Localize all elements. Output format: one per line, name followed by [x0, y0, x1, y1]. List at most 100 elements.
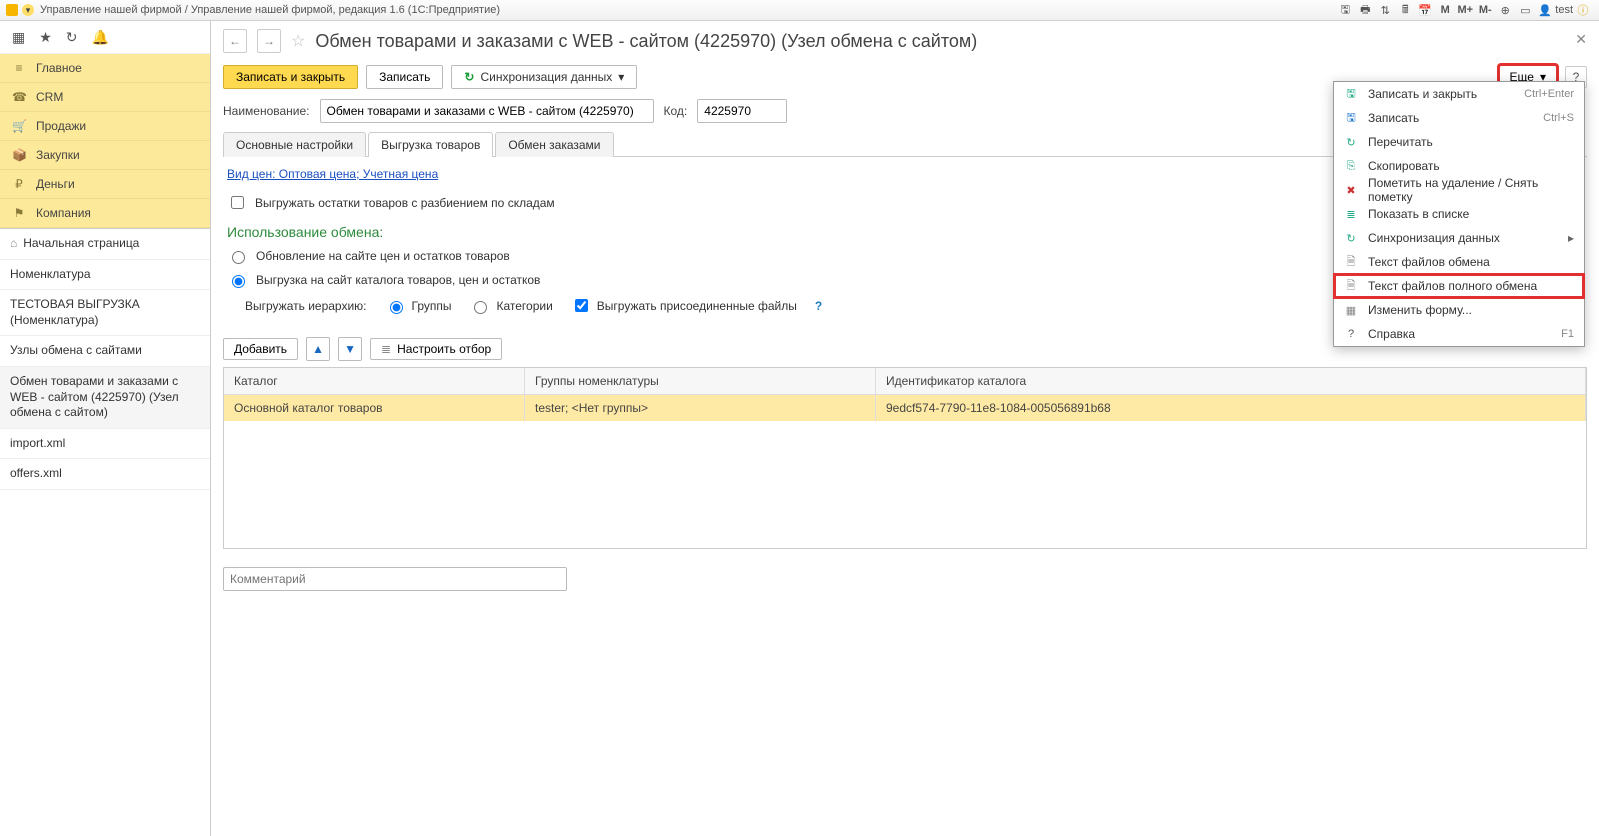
save-and-close-button[interactable]: Записать и закрыть: [223, 65, 358, 89]
history-icon[interactable]: ↻: [66, 29, 78, 46]
cell-id: 9edcf574-7790-11e8-1084-005056891b68: [876, 395, 1586, 421]
section-label: Компания: [36, 206, 91, 220]
warehouse-split-checkbox[interactable]: [231, 196, 244, 209]
m-minus-icon[interactable]: M-: [1477, 2, 1493, 18]
menu-item-label: Скопировать: [1368, 159, 1574, 173]
nav-back-button[interactable]: ←: [223, 29, 247, 53]
menu-item-icon: ↻: [1344, 232, 1358, 245]
sidebar-nav-item[interactable]: Обмен товарами и заказами с WEB - сайтом…: [0, 367, 210, 429]
compare-icon[interactable]: ⇅: [1377, 2, 1393, 18]
nav-label: ТЕСТОВАЯ ВЫГРУЗКА (Номенклатура): [10, 297, 140, 327]
menu-item[interactable]: ?СправкаF1: [1334, 322, 1584, 346]
name-field[interactable]: [320, 99, 654, 123]
nav-label: import.xml: [10, 436, 65, 450]
mode-export-radio[interactable]: [232, 275, 245, 288]
user-name[interactable]: test: [1555, 4, 1573, 16]
page-title: Обмен товарами и заказами с WEB - сайтом…: [315, 31, 977, 52]
menu-item[interactable]: ≣Показать в списке: [1334, 202, 1584, 226]
menu-item[interactable]: ✖Пометить на удаление / Снять пометку: [1334, 178, 1584, 202]
menu-item-shortcut: Ctrl+S: [1543, 112, 1574, 124]
hierarchy-groups-radio[interactable]: [390, 301, 403, 314]
menu-item-icon: 🗎: [1344, 277, 1358, 296]
sidebar-nav-item[interactable]: Узлы обмена с сайтами: [0, 336, 210, 367]
menu-item-label: Записать и закрыть: [1368, 87, 1514, 101]
price-types-link[interactable]: Вид цен: Оптовая цена; Учетная цена: [227, 167, 438, 181]
save-icon[interactable]: 🖫: [1337, 2, 1353, 18]
export-files-checkbox[interactable]: [575, 299, 588, 312]
mode-export-label: Выгрузка на сайт каталога товаров, цен и…: [256, 273, 540, 287]
code-field[interactable]: [697, 99, 787, 123]
move-up-button[interactable]: ▲: [306, 337, 330, 361]
menu-item[interactable]: ↻Перечитать: [1334, 130, 1584, 154]
menu-item-label: Текст файлов полного обмена: [1368, 279, 1574, 293]
menu-item[interactable]: 🖫Записать и закрытьCtrl+Enter: [1334, 82, 1584, 106]
sync-data-button[interactable]: ↻Синхронизация данных▾: [451, 65, 637, 89]
calendar-icon[interactable]: 📅: [1417, 2, 1433, 18]
sidebar-nav-item[interactable]: import.xml: [0, 429, 210, 460]
menu-item[interactable]: ▦Изменить форму...: [1334, 298, 1584, 322]
section-icon: ☎: [12, 90, 26, 104]
menu-item[interactable]: ↻ Синхронизация данных ▸: [1334, 226, 1584, 250]
sidebar-nav-item[interactable]: ТЕСТОВАЯ ВЫГРУЗКА (Номенклатура): [0, 290, 210, 336]
favorite-icon[interactable]: ★: [39, 29, 52, 46]
sidebar-section[interactable]: ≡Главное: [0, 54, 210, 83]
move-down-button[interactable]: ▼: [338, 337, 362, 361]
menu-item-icon: 🖫: [1344, 85, 1358, 104]
apps-icon[interactable]: ▦: [12, 29, 25, 46]
print-icon[interactable]: 🖶: [1357, 2, 1373, 18]
catalog-grid[interactable]: Каталог Группы номенклатуры Идентификато…: [223, 367, 1587, 549]
app-icon: [6, 4, 18, 16]
menu-item[interactable]: 🖫ЗаписатьCtrl+S: [1334, 106, 1584, 130]
tab[interactable]: Выгрузка товаров: [368, 132, 493, 157]
m-icon[interactable]: M: [1437, 2, 1453, 18]
scale-icon[interactable]: ▭: [1517, 2, 1533, 18]
table-row[interactable]: Основной каталог товаров tester; <Нет гр…: [224, 395, 1586, 421]
tab[interactable]: Обмен заказами: [495, 132, 613, 157]
sidebar-section[interactable]: ⚑Компания: [0, 199, 210, 228]
grid-header-catalog[interactable]: Каталог: [224, 368, 525, 394]
menu-item-label: Записать: [1368, 111, 1533, 125]
hierarchy-categories-label: Категории: [496, 299, 552, 313]
menu-item[interactable]: 🗎Текст файлов обмена: [1334, 250, 1584, 274]
add-row-button[interactable]: Добавить: [223, 338, 298, 360]
sidebar-section[interactable]: ☎CRM: [0, 83, 210, 112]
grid-header-groups[interactable]: Группы номенклатуры: [525, 368, 876, 394]
section-icon: 🛒: [12, 119, 26, 133]
sidebar-nav-item[interactable]: offers.xml: [0, 459, 210, 490]
favorite-star-icon[interactable]: ☆: [291, 31, 305, 51]
app-menu-icon[interactable]: ▾: [22, 4, 34, 16]
notifications-icon[interactable]: 🔔: [92, 29, 109, 46]
hierarchy-categories-radio[interactable]: [474, 301, 487, 314]
zoom-icon[interactable]: ⊕: [1497, 2, 1513, 18]
main-area: ✕ ← → ☆ Обмен товарами и заказами с WEB …: [211, 21, 1599, 836]
help-icon[interactable]: ?: [815, 299, 822, 313]
sidebar: ▦ ★ ↻ 🔔 ≡Главное☎CRM🛒Продажи📦Закупки₽Ден…: [0, 21, 211, 836]
sidebar-nav-item[interactable]: Номенклатура: [0, 260, 210, 291]
menu-item-label: Перечитать: [1368, 135, 1574, 149]
calc-icon[interactable]: 🖩: [1397, 2, 1413, 18]
chevron-right-icon: ▸: [1568, 231, 1574, 245]
mode-update-radio[interactable]: [232, 251, 245, 264]
sidebar-section[interactable]: 📦Закупки: [0, 141, 210, 170]
sidebar-nav-item[interactable]: ⌂Начальная страница: [0, 229, 210, 260]
menu-item-label: Синхронизация данных: [1368, 231, 1558, 245]
configure-filter-button[interactable]: ≣ Настроить отбор: [370, 338, 502, 360]
home-icon: ⌂: [10, 236, 17, 250]
code-label: Код:: [664, 104, 688, 118]
tab[interactable]: Основные настройки: [223, 132, 366, 157]
user-icon[interactable]: 👤: [1537, 2, 1553, 18]
m-plus-icon[interactable]: M+: [1457, 2, 1473, 18]
menu-item[interactable]: ⎘Скопировать: [1334, 154, 1584, 178]
grid-header-id[interactable]: Идентификатор каталога: [876, 368, 1586, 394]
sync-icon: ↻: [464, 70, 474, 84]
comment-field[interactable]: [223, 567, 567, 591]
close-form-icon[interactable]: ✕: [1575, 31, 1587, 48]
info-icon[interactable]: ⓘ: [1575, 2, 1591, 18]
sidebar-section[interactable]: 🛒Продажи: [0, 112, 210, 141]
menu-item-icon: ✖: [1344, 184, 1358, 197]
section-icon: ≡: [12, 61, 26, 75]
nav-forward-button[interactable]: →: [257, 29, 281, 53]
menu-item[interactable]: 🗎 Текст файлов полного обмена: [1334, 274, 1584, 298]
sidebar-section[interactable]: ₽Деньги: [0, 170, 210, 199]
save-button[interactable]: Записать: [366, 65, 443, 89]
